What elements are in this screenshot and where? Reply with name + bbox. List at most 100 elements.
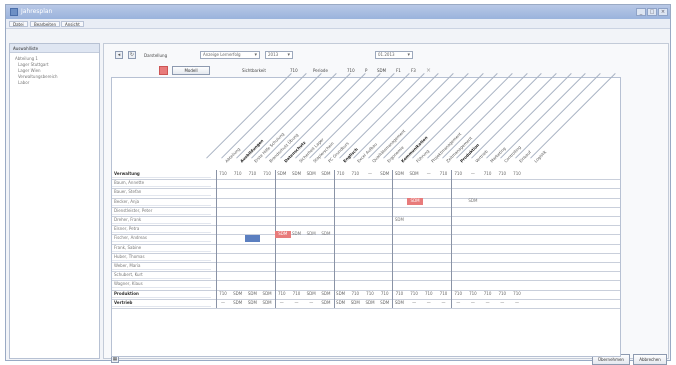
- grid-cell[interactable]: SDM: [319, 171, 333, 176]
- grid-cell[interactable]: 710: [451, 171, 465, 176]
- grid-cell[interactable]: 710: [437, 291, 451, 296]
- grid-cell[interactable]: SDM: [392, 300, 406, 305]
- grid-cell[interactable]: SDM: [378, 171, 392, 176]
- close-x-icon[interactable]: ×: [426, 67, 431, 74]
- grid-cell[interactable]: SDM: [348, 300, 362, 305]
- training-mark[interactable]: SDM: [304, 231, 318, 238]
- grid-cell[interactable]: SDM: [319, 291, 333, 296]
- grid-cell[interactable]: 710: [407, 291, 421, 296]
- grid-cell[interactable]: —: [437, 300, 451, 305]
- row-name[interactable]: Elsner, Petra: [112, 226, 139, 231]
- grid-cell[interactable]: SDM: [304, 291, 318, 296]
- row-name[interactable]: Weber, Maria: [112, 263, 140, 268]
- grid-cell[interactable]: SDM: [275, 171, 289, 176]
- grid-cell[interactable]: 710: [275, 291, 289, 296]
- row-name[interactable]: Bauer, Stefan: [112, 189, 141, 194]
- date-select[interactable]: 01.2013: [375, 51, 413, 59]
- grid-cell[interactable]: SDM: [260, 291, 274, 296]
- grid-cell[interactable]: SDM: [304, 171, 318, 176]
- grid-cell[interactable]: —: [495, 300, 509, 305]
- tree-item[interactable]: Lager Wien: [18, 68, 41, 73]
- grid-cell[interactable]: SDM: [245, 291, 259, 296]
- grid-cell[interactable]: 710: [348, 171, 362, 176]
- training-mark[interactable]: SDM: [392, 217, 406, 224]
- grid-cell[interactable]: —: [304, 300, 318, 305]
- grid-cell[interactable]: 710: [495, 291, 509, 296]
- grid-cell[interactable]: —: [466, 171, 480, 176]
- grid-cell[interactable]: 710: [466, 291, 480, 296]
- row-name[interactable]: Verwaltung: [112, 171, 140, 176]
- grid-cell[interactable]: SDM: [231, 291, 245, 296]
- model-button[interactable]: Modell: [172, 66, 210, 75]
- grid-cell[interactable]: 710: [495, 171, 509, 176]
- training-mark[interactable]: SDM: [319, 231, 333, 238]
- grid-cell[interactable]: 710: [290, 291, 304, 296]
- row-name[interactable]: Vertrieb: [112, 300, 132, 305]
- grid-cell[interactable]: 710: [260, 171, 274, 176]
- row-name[interactable]: Huber, Thomas: [112, 254, 145, 259]
- grid-cell[interactable]: 710: [481, 171, 495, 176]
- grid-cell[interactable]: SDM: [363, 300, 377, 305]
- cancel-button[interactable]: Abbrechen: [633, 354, 667, 365]
- panel-close-icon[interactable]: ×: [13, 46, 96, 51]
- tree-item[interactable]: Lager Stuttgart: [18, 62, 49, 67]
- grid-cell[interactable]: 710: [510, 291, 524, 296]
- grid-cell[interactable]: SDM: [290, 171, 304, 176]
- row-name[interactable]: Produktion: [112, 291, 139, 296]
- row-name[interactable]: Dreher, Frank: [112, 217, 141, 222]
- row-name[interactable]: Baum, Annette: [112, 180, 144, 185]
- grid-cell[interactable]: 710: [437, 171, 451, 176]
- grid-cell[interactable]: —: [363, 171, 377, 176]
- grid-cell[interactable]: SDM: [260, 300, 274, 305]
- year-select[interactable]: 2013: [265, 51, 293, 59]
- grid-cell[interactable]: 710: [216, 291, 230, 296]
- grid-cell[interactable]: 710: [481, 291, 495, 296]
- grid-cell[interactable]: SDM: [319, 300, 333, 305]
- grid-cell[interactable]: SDM: [231, 300, 245, 305]
- grid-cell[interactable]: —: [422, 171, 436, 176]
- tree-item[interactable]: Labor: [18, 80, 29, 85]
- training-mark-blue[interactable]: [245, 234, 261, 242]
- grid-cell[interactable]: 710: [451, 291, 465, 296]
- row-name[interactable]: Fischer, Andreas: [112, 235, 147, 240]
- training-mark[interactable]: SDM: [466, 198, 480, 205]
- refresh-icon[interactable]: ↻: [128, 51, 136, 59]
- grid-cell[interactable]: 710: [378, 291, 392, 296]
- training-mark-red[interactable]: SDM: [274, 231, 291, 239]
- grid-cell[interactable]: 710: [245, 171, 259, 176]
- grid-cell[interactable]: —: [466, 300, 480, 305]
- row-name[interactable]: Schubert, Kurt: [112, 272, 143, 277]
- grid-cell[interactable]: —: [422, 300, 436, 305]
- tree-item[interactable]: Verwaltungsbereich: [18, 74, 58, 79]
- grid-cell[interactable]: —: [481, 300, 495, 305]
- training-mark-red[interactable]: SDM: [407, 198, 424, 206]
- grid-cell[interactable]: —: [290, 300, 304, 305]
- view-select[interactable]: Anzeige Lernerfolg: [200, 51, 260, 59]
- grid-cell[interactable]: 710: [334, 171, 348, 176]
- maximize-button[interactable]: □: [647, 8, 657, 16]
- row-name[interactable]: Wagner, Klaus: [112, 281, 143, 286]
- grid-cell[interactable]: 710: [392, 291, 406, 296]
- grid-cell[interactable]: 710: [363, 291, 377, 296]
- close-button[interactable]: ×: [658, 8, 668, 16]
- grid-cell[interactable]: 710: [231, 171, 245, 176]
- menu-view[interactable]: Ansicht: [61, 21, 84, 27]
- grid-cell[interactable]: SDM: [334, 300, 348, 305]
- training-mark[interactable]: SDM: [290, 231, 304, 238]
- grid-cell[interactable]: SDM: [378, 300, 392, 305]
- menu-edit[interactable]: Bearbeiten: [30, 21, 60, 27]
- grid-cell[interactable]: 710: [216, 171, 230, 176]
- grid-cell[interactable]: 710: [348, 291, 362, 296]
- grid-cell[interactable]: —: [275, 300, 289, 305]
- row-name[interactable]: Becker, Anja: [112, 199, 139, 204]
- grid-cell[interactable]: —: [216, 300, 230, 305]
- row-name[interactable]: Frank, Sabine: [112, 245, 141, 250]
- grid-cell[interactable]: 710: [510, 171, 524, 176]
- grid-cell[interactable]: —: [451, 300, 465, 305]
- grid-cell[interactable]: —: [407, 300, 421, 305]
- grid-cell[interactable]: SDM: [245, 300, 259, 305]
- grid-cell[interactable]: SDM: [392, 171, 406, 176]
- menu-file[interactable]: Datei: [9, 21, 28, 27]
- back-icon[interactable]: ◂: [115, 51, 123, 59]
- grid-cell[interactable]: SDM: [407, 171, 421, 176]
